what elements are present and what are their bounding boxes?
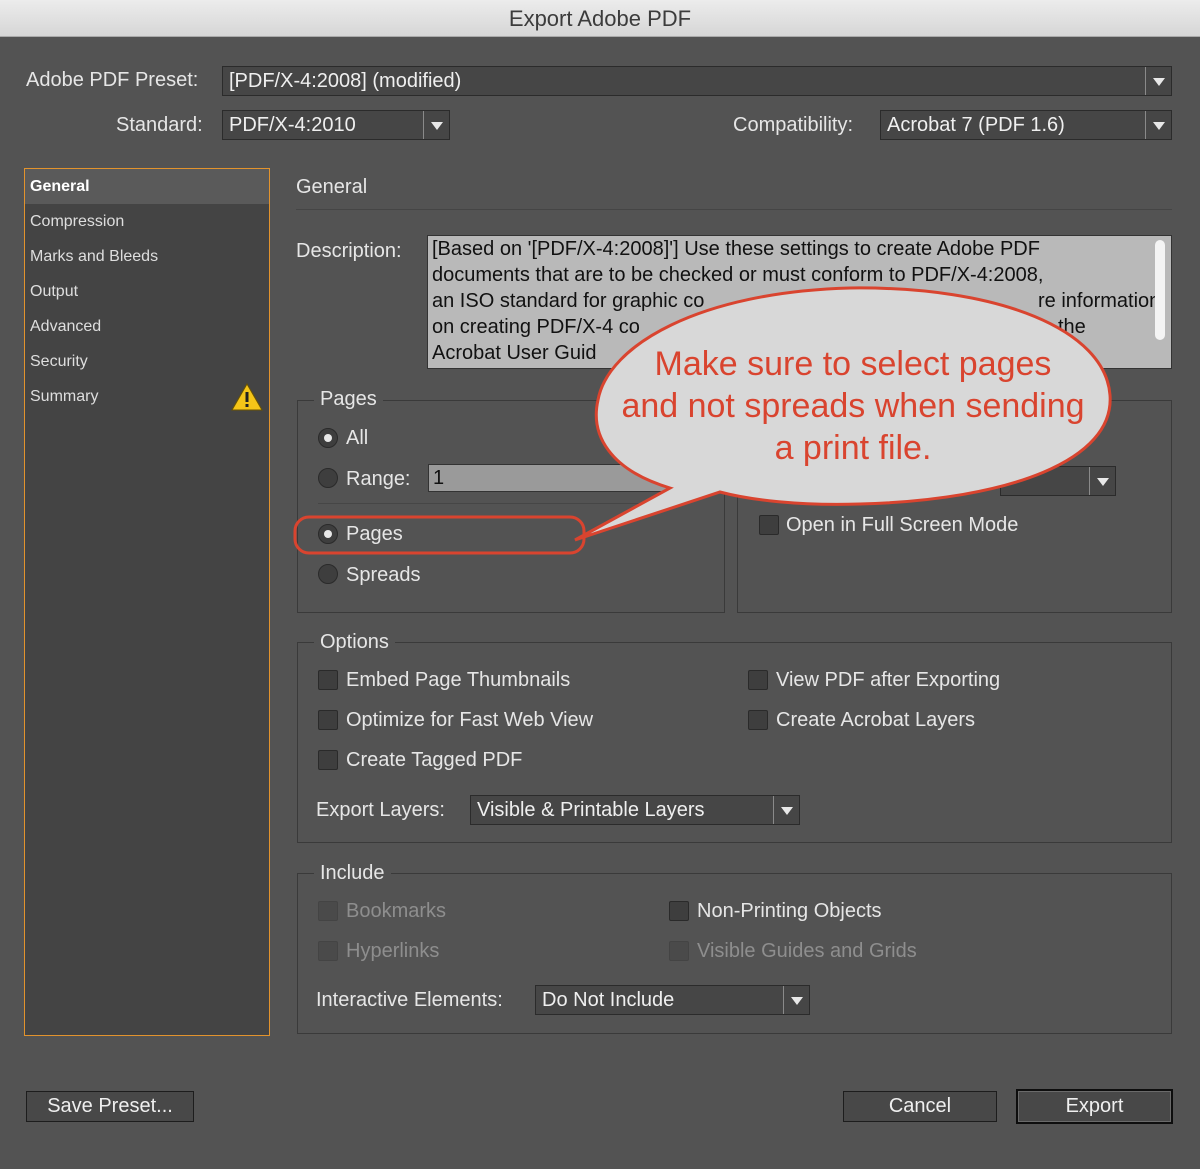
highlight-outline xyxy=(293,515,586,555)
callout-line: a print file. xyxy=(774,429,932,467)
callout-overlay xyxy=(293,286,1112,555)
callout-line: and not spreads when sending xyxy=(621,387,1085,425)
callout-text: Make sure to select pages and not spread… xyxy=(600,343,1106,469)
callout-line: Make sure to select pages xyxy=(654,345,1052,383)
